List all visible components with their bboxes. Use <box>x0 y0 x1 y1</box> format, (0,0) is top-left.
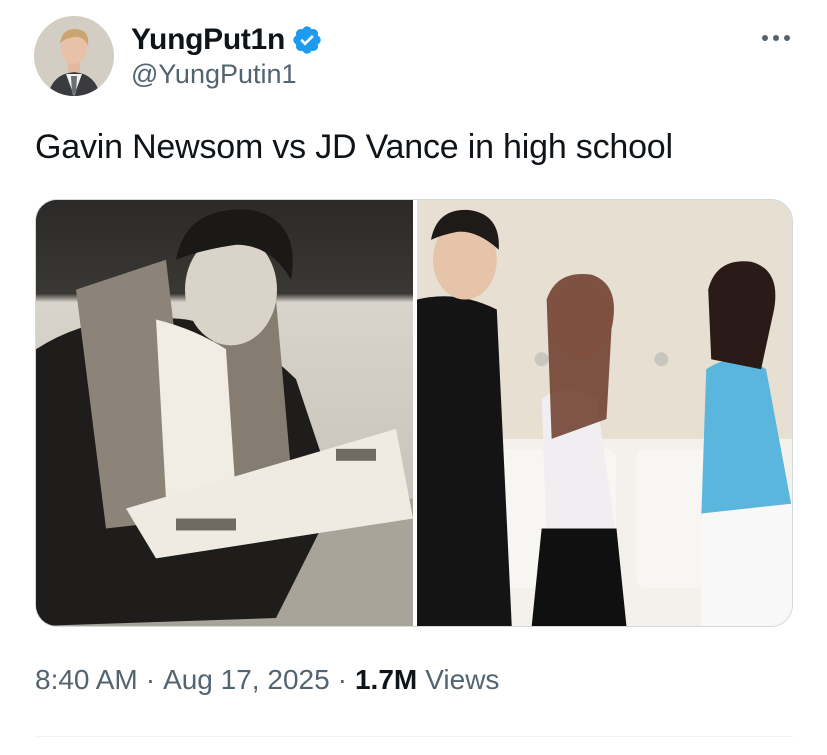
media-photo-2[interactable] <box>417 200 792 626</box>
verified-badge-icon[interactable] <box>291 24 323 56</box>
tweet-date[interactable]: Aug 17, 2025 <box>163 664 330 696</box>
views-count: 1.7M <box>354 664 418 695</box>
media-photo-1[interactable] <box>36 200 413 626</box>
author-name-row: YungPut1n <box>131 20 323 60</box>
meta-separator: · <box>337 664 347 695</box>
divider <box>35 736 793 737</box>
tweet-meta: 8:40 AM · Aug 17, 2025 · 1.7M Views <box>35 664 499 696</box>
more-options-button[interactable] <box>756 26 796 50</box>
tweet-time[interactable]: 8:40 AM <box>35 664 138 696</box>
tweet-media-grid <box>35 199 793 627</box>
tweet-text: Gavin Newsom vs JD Vance in high school <box>35 128 673 166</box>
author-handle[interactable]: @YungPutin1 <box>131 59 297 90</box>
views-label: Views <box>425 664 500 695</box>
more-horizontal-icon <box>762 35 768 41</box>
meta-separator: · <box>145 664 156 695</box>
author-display-name[interactable]: YungPut1n <box>131 23 285 57</box>
avatar[interactable] <box>34 16 114 96</box>
